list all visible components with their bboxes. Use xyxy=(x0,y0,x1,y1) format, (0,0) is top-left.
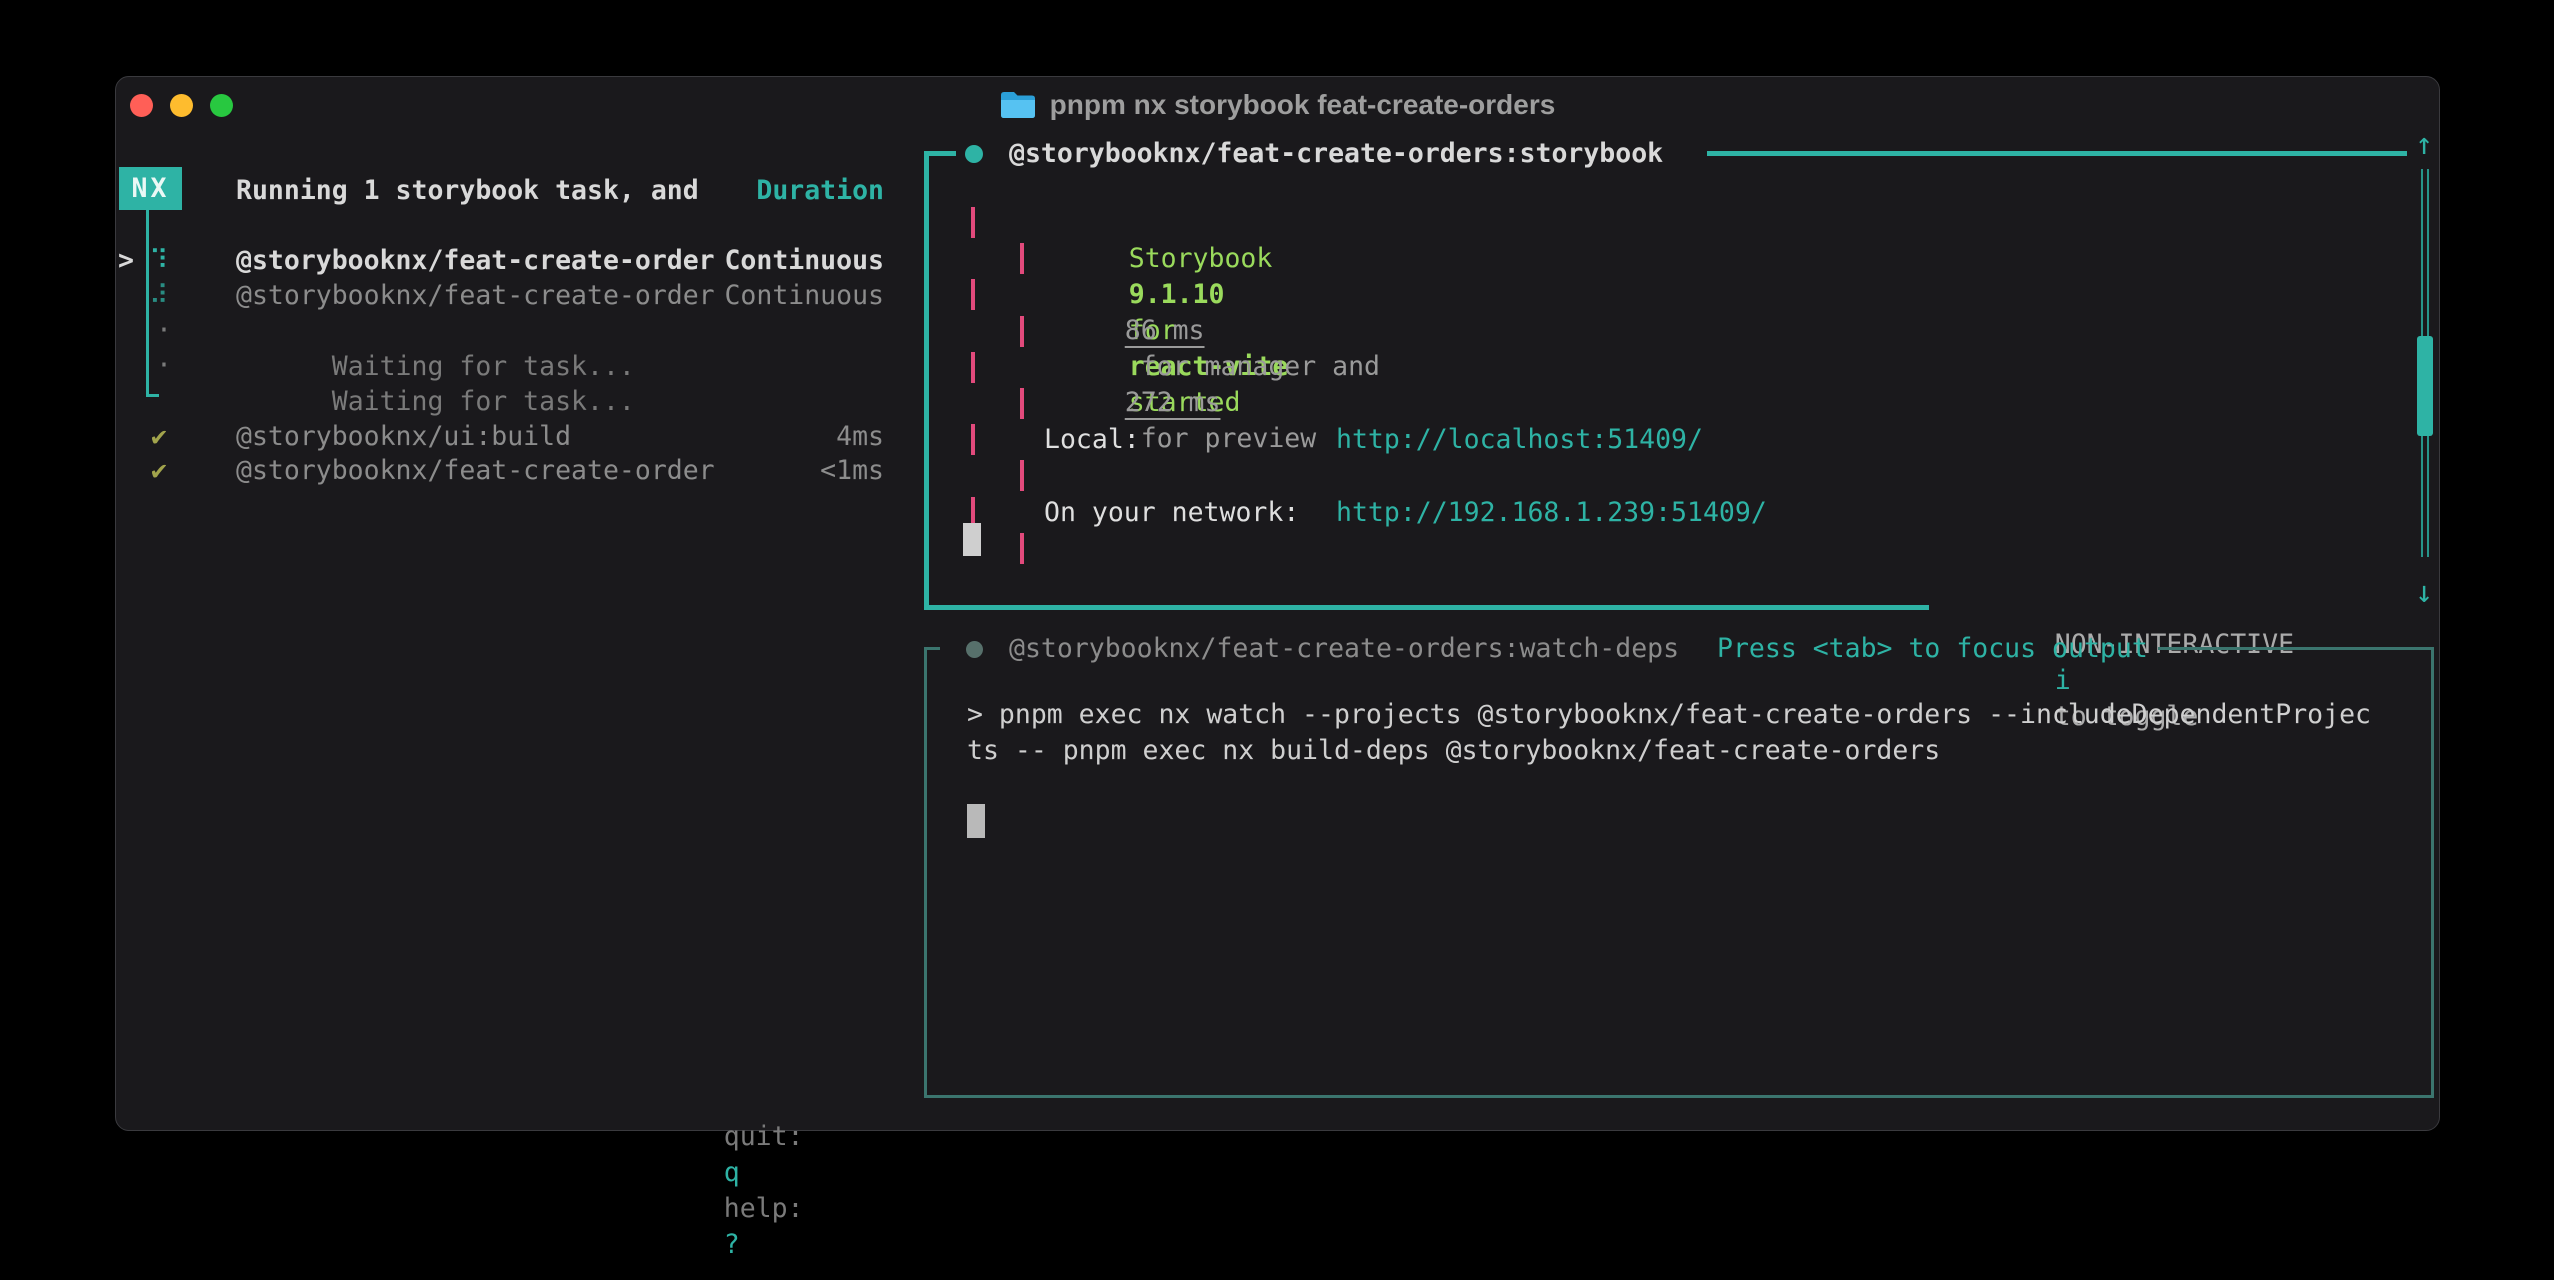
storybook-box-border xyxy=(1020,533,1024,564)
task-row[interactable]: @storybooknx/feat-create-order Continuou… xyxy=(236,243,884,279)
terminal-window: pnpm nx storybook feat-create-orders NX … xyxy=(115,76,2440,1131)
idle-task-dot-icon xyxy=(966,641,983,658)
storybook-box-border xyxy=(1020,460,1024,491)
scrollbar-thumb[interactable] xyxy=(2417,336,2433,436)
watch-panel-border-left xyxy=(924,647,927,1098)
scroll-down-icon[interactable]: ↓ xyxy=(2404,577,2444,609)
selected-task-marker: > xyxy=(118,243,134,279)
folder-icon xyxy=(1000,90,1036,120)
storybook-box-border xyxy=(1020,243,1024,274)
task-status: Continuous xyxy=(724,243,884,279)
storybook-panel-border-left xyxy=(924,151,929,610)
pending-bullet-icon: · xyxy=(156,313,172,349)
window-title-text: pnpm nx storybook feat-create-orders xyxy=(1050,89,1556,121)
task-list-header: Running 1 storybook task, and Duration xyxy=(236,173,884,209)
task-name: @storybooknx/ui:build xyxy=(236,419,571,455)
timing-text: for preview xyxy=(1125,423,1316,454)
storybook-box-border xyxy=(971,279,975,310)
task-name: @storybooknx/feat-create-order xyxy=(236,243,715,279)
storybook-panel-border-top xyxy=(1707,151,2407,156)
task-duration: <1ms xyxy=(820,453,884,489)
task-name: @storybooknx/feat-create-order xyxy=(236,278,715,314)
watch-panel-border-right xyxy=(2431,647,2434,1098)
check-icon: ✔ xyxy=(151,419,167,455)
storybook-box-border xyxy=(1020,388,1024,419)
preview-time: 272 ms xyxy=(1125,387,1221,418)
terminal-cursor xyxy=(963,523,981,556)
check-icon: ✔ xyxy=(151,453,167,489)
timing-text: for manager and xyxy=(1125,351,1396,382)
help-key: ? xyxy=(724,1229,740,1260)
keybinding-footer: quit: q help: ? xyxy=(628,1083,820,1280)
local-label: Local: xyxy=(1044,422,1140,458)
watch-panel-title[interactable]: @storybooknx/feat-create-orders:watch-de… xyxy=(1009,631,1679,667)
toggle-key[interactable]: i xyxy=(2055,665,2071,696)
focus-output-hint: Press <tab> to focus output xyxy=(1717,631,2148,667)
task-list-summary: Running 1 storybook task, and xyxy=(236,173,699,209)
local-url-link[interactable]: http://localhost:51409/ xyxy=(1336,422,1703,458)
completed-task-row[interactable]: @storybooknx/feat-create-order <1ms xyxy=(236,453,884,489)
network-label: On your network: xyxy=(1044,495,1299,531)
storybook-timing-line: 86 ms for manager and 272 ms for preview xyxy=(1029,277,1396,493)
storybook-box-border xyxy=(971,207,975,238)
pending-bullet-icon: · xyxy=(156,348,172,384)
watch-panel-border-bottom xyxy=(924,1095,2434,1098)
storybook-box-border xyxy=(1020,316,1024,347)
desktop: pnpm nx storybook feat-create-orders NX … xyxy=(0,0,2554,1280)
storybook-panel-title[interactable]: @storybooknx/feat-create-orders:storyboo… xyxy=(1009,136,1663,172)
task-name: Waiting for task... xyxy=(332,386,635,417)
nx-logo-badge: NX xyxy=(119,167,182,210)
task-tree-corner xyxy=(146,394,159,397)
storybook-word: Storybook xyxy=(1129,243,1273,274)
help-label: help: xyxy=(724,1193,804,1224)
storybook-box-border xyxy=(971,424,975,455)
spinner-icon: ⠹ xyxy=(149,243,168,279)
scroll-up-icon[interactable]: ↑ xyxy=(2404,129,2444,161)
task-duration: 4ms xyxy=(836,419,884,455)
spinner-icon: ⠼ xyxy=(149,278,168,314)
watch-panel-border-top xyxy=(2158,647,2434,650)
running-task-dot-icon xyxy=(965,145,983,163)
quit-label: quit: xyxy=(724,1121,804,1152)
task-row[interactable]: @storybooknx/feat-create-order Continuou… xyxy=(236,278,884,314)
task-status: Continuous xyxy=(724,278,884,314)
interactivity-status-bar: NON-INTERACTIVE i to toggle xyxy=(1959,591,2310,771)
watch-command-line: > pnpm exec nx watch --projects @storybo… xyxy=(967,697,2371,733)
network-url-link[interactable]: http://192.168.1.239:51409/ xyxy=(1336,495,1767,531)
manager-time: 86 ms xyxy=(1125,315,1205,346)
duration-column-header: Duration xyxy=(756,173,884,209)
watch-command-line: ts -- pnpm exec nx build-deps @storybook… xyxy=(967,733,1940,769)
terminal-cursor xyxy=(967,804,985,838)
completed-task-row[interactable]: @storybooknx/ui:build 4ms xyxy=(236,419,884,455)
window-title: pnpm nx storybook feat-create-orders xyxy=(116,77,2439,133)
quit-key: q xyxy=(724,1157,740,1188)
storybook-box-border xyxy=(971,352,975,383)
task-name: @storybooknx/feat-create-order xyxy=(236,453,715,489)
titlebar[interactable]: pnpm nx storybook feat-create-orders xyxy=(116,77,2439,133)
storybook-panel-border-bottom xyxy=(924,605,1929,610)
